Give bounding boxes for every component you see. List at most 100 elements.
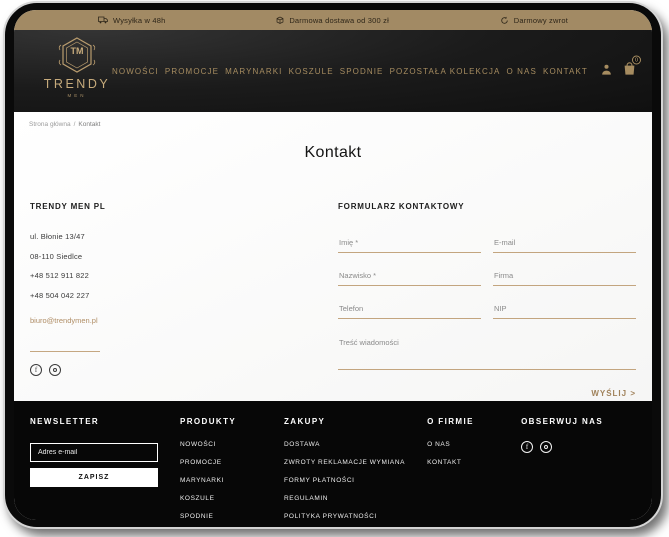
- box-icon: [276, 16, 284, 24]
- cart-count-badge: 0: [632, 56, 641, 65]
- form-field: [493, 232, 636, 253]
- browser-viewport: Wysyłka w 48h Darmowa dostawa od 300 zł …: [14, 10, 652, 520]
- email-input[interactable]: [493, 234, 636, 253]
- contact-address-street: ul. Błonie 13/47: [30, 232, 330, 241]
- footer-link-platnosci[interactable]: FORMY PŁATNOŚCI: [284, 477, 405, 484]
- nav-item-nowosci[interactable]: NOWOŚCI: [112, 67, 159, 76]
- breadcrumb-current: Kontakt: [78, 121, 100, 128]
- form-heading: FORMULARZ KONTAKTOWY: [338, 202, 636, 211]
- instagram-icon[interactable]: [49, 364, 61, 376]
- content-columns: TRENDY MEN PL ul. Błonie 13/47 08-110 Si…: [14, 162, 652, 401]
- form-field: [338, 265, 481, 286]
- footer-column-o-firmie: O FIRMIE O NAS KONTAKT: [427, 417, 499, 520]
- cart-icon[interactable]: 0: [623, 62, 636, 81]
- footer-link-dostawa[interactable]: DOSTAWA: [284, 441, 405, 448]
- contact-company-name: TRENDY MEN PL: [30, 202, 330, 211]
- contact-info-column: TRENDY MEN PL ul. Błonie 13/47 08-110 Si…: [30, 202, 330, 401]
- send-button[interactable]: WYŚLIJ >: [591, 389, 636, 398]
- nav-item-pozostala-kolekcja[interactable]: POZOSTAŁA KOLEKCJA: [390, 67, 501, 76]
- logo[interactable]: TM TRENDY MEN: [40, 35, 114, 98]
- contact-address-city: 08-110 Siedlce: [30, 252, 330, 261]
- topbar-free-delivery-label: Darmowa dostawa od 300 zł: [289, 16, 389, 25]
- form-field: [338, 232, 481, 253]
- contact-form: WYŚLIJ >: [338, 232, 636, 401]
- contact-form-column: FORMULARZ KONTAKTOWY: [330, 202, 636, 401]
- breadcrumb-home[interactable]: Strona główna: [29, 121, 71, 128]
- account-icon[interactable]: [601, 62, 612, 80]
- footer-link-zwroty[interactable]: ZWROTY REKLAMACJE WYMIANA: [284, 459, 405, 466]
- nav-item-kontakt[interactable]: KONTAKT: [543, 67, 588, 76]
- nav-item-promocje[interactable]: PROMOCJE: [165, 67, 219, 76]
- footer-link-polityka[interactable]: POLITYKA PRYWATNOŚCI: [284, 513, 405, 520]
- footer-social-row: f: [521, 441, 636, 453]
- tablet-frame: Wysyłka w 48h Darmowa dostawa od 300 zł …: [3, 1, 663, 529]
- breadcrumb-separator: /: [74, 121, 76, 128]
- footer-link-nowosci[interactable]: NOWOŚCI: [180, 441, 262, 448]
- footer-follow: OBSERWUJ NAS f: [521, 417, 636, 520]
- footer-link-promocje[interactable]: PROMOCJE: [180, 459, 262, 466]
- footer-link-marynarki[interactable]: MARYNARKI: [180, 477, 262, 484]
- nav-item-o-nas[interactable]: O NAS: [507, 67, 537, 76]
- footer-column-heading: ZAKUPY: [284, 417, 405, 426]
- info-topbar: Wysyłka w 48h Darmowa dostawa od 300 zł …: [14, 10, 652, 30]
- main-nav: NOWOŚCI PROMOCJE MARYNARKI KOSZULE SPODN…: [112, 30, 588, 112]
- logo-name: TRENDY: [40, 77, 114, 91]
- footer-newsletter: NEWSLETTER ZAPISZ: [30, 417, 158, 520]
- form-field: [493, 298, 636, 319]
- main-content: Strona główna/Kontakt Kontakt TRENDY MEN…: [14, 112, 652, 401]
- nav-item-spodnie[interactable]: SPODNIE: [340, 67, 384, 76]
- page-title: Kontakt: [14, 112, 652, 162]
- instagram-icon[interactable]: [540, 441, 552, 453]
- footer-column-heading: PRODUKTY: [180, 417, 262, 426]
- screenshot-stage: Wysyłka w 48h Darmowa dostawa od 300 zł …: [0, 0, 669, 537]
- topbar-shipping: Wysyłka w 48h: [98, 16, 166, 25]
- truck-icon: [98, 16, 108, 24]
- contact-phone-2: +48 504 042 227: [30, 291, 330, 300]
- footer-link-o-nas[interactable]: O NAS: [427, 441, 499, 448]
- facebook-glyph: f: [526, 444, 528, 451]
- form-field-message: [338, 334, 636, 375]
- footer-link-regulamin[interactable]: REGULAMIN: [284, 495, 405, 502]
- nip-input[interactable]: [493, 300, 636, 319]
- form-actions: WYŚLIJ >: [338, 383, 636, 401]
- facebook-glyph: f: [35, 367, 37, 374]
- last-name-input[interactable]: [338, 267, 481, 286]
- contact-social-row: f: [30, 364, 330, 376]
- newsletter-heading: NEWSLETTER: [30, 417, 158, 426]
- form-grid: [338, 232, 636, 328]
- site-header: TM TRENDY MEN NOWOŚCI PROMOCJE MARYNARKI…: [14, 30, 652, 112]
- message-textarea[interactable]: [338, 334, 636, 370]
- contact-phone-1: +48 512 911 822: [30, 271, 330, 280]
- facebook-icon[interactable]: f: [521, 441, 533, 453]
- newsletter-email-input[interactable]: [30, 443, 158, 462]
- nav-item-marynarki[interactable]: MARYNARKI: [225, 67, 282, 76]
- nav-item-koszule[interactable]: KOSZULE: [289, 67, 334, 76]
- topbar-free-return: Darmowy zwrot: [500, 16, 568, 25]
- site-footer: NEWSLETTER ZAPISZ PRODUKTY NOWOŚCI PROMO…: [14, 401, 652, 520]
- footer-column-zakupy: ZAKUPY DOSTAWA ZWROTY REKLAMACJE WYMIANA…: [284, 417, 405, 520]
- facebook-icon[interactable]: f: [30, 364, 42, 376]
- footer-column-heading: O FIRMIE: [427, 417, 499, 426]
- follow-heading: OBSERWUJ NAS: [521, 417, 636, 426]
- topbar-free-delivery: Darmowa dostawa od 300 zł: [276, 16, 389, 25]
- form-field: [493, 265, 636, 286]
- footer-column-produkty: PRODUKTY NOWOŚCI PROMOCJE MARYNARKI KOSZ…: [180, 417, 262, 520]
- footer-link-spodnie[interactable]: SPODNIE: [180, 513, 262, 520]
- header-icons: 0: [601, 62, 636, 81]
- topbar-shipping-label: Wysyłka w 48h: [113, 16, 166, 25]
- logo-subtitle: MEN: [40, 93, 114, 98]
- phone-input[interactable]: [338, 300, 481, 319]
- footer-link-koszule[interactable]: KOSZULE: [180, 495, 262, 502]
- newsletter-subscribe-button[interactable]: ZAPISZ: [30, 468, 158, 487]
- contact-email-link[interactable]: biuro@trendymen.pl: [30, 316, 98, 325]
- first-name-input[interactable]: [338, 234, 481, 253]
- breadcrumb: Strona główna/Kontakt: [29, 121, 100, 128]
- contact-divider: [30, 351, 100, 352]
- logo-monogram: TM: [57, 46, 97, 56]
- form-field: [338, 298, 481, 319]
- logo-crest-icon: TM: [57, 35, 97, 75]
- footer-link-kontakt[interactable]: KONTAKT: [427, 459, 499, 466]
- return-icon: [500, 16, 509, 25]
- company-input[interactable]: [493, 267, 636, 286]
- topbar-free-return-label: Darmowy zwrot: [514, 16, 568, 25]
